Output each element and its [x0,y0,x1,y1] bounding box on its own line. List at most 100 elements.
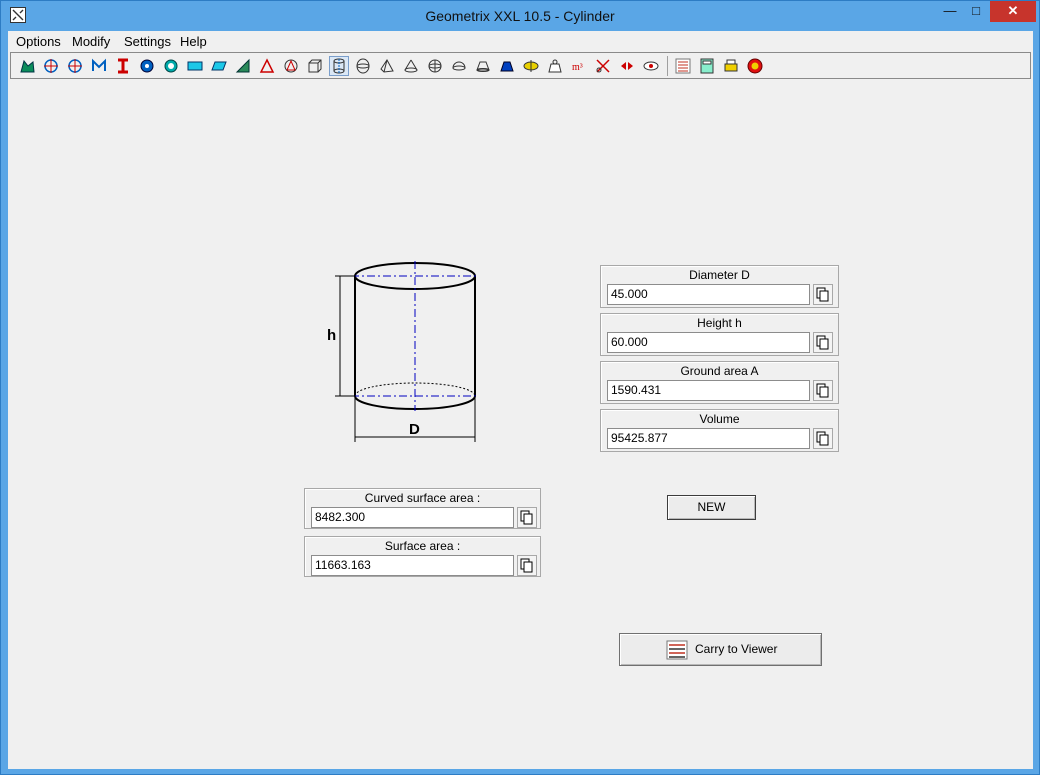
pyramid-icon [380,59,394,73]
circle-cross-icon [68,59,82,73]
app-window: Geometrix XXL 10.5 - Cylinder — □ ✕ Opti… [0,0,1040,775]
toolbar-button-14[interactable] [329,56,349,76]
copy-height-button[interactable] [813,332,833,353]
diameter-panel: Diameter D 45.000 [600,265,839,308]
curved-surface-label: Curved surface area : [364,491,481,505]
volume-panel: Volume 95425.877 [600,409,839,452]
toolbar-button-6[interactable] [137,56,157,76]
toolbar-button-4[interactable] [89,56,109,76]
toolbar-separator [667,56,668,76]
list-icon [675,58,691,74]
copy-icon [520,510,533,525]
menu-options[interactable]: Options [16,34,61,49]
toolbar-button-20[interactable] [473,56,493,76]
toolbar-button-26[interactable] [617,56,637,76]
client-area: Options Modify Settings Help m³ h D Diam… [8,31,1033,769]
toolbar-button-2[interactable] [41,56,61,76]
copy-icon [816,383,829,398]
volume-input[interactable]: 95425.877 [607,428,810,449]
height-input[interactable]: 60.000 [607,332,810,353]
diameter-input[interactable]: 45.000 [607,284,810,305]
ground-area-input[interactable]: 1590.431 [607,380,810,401]
copy-diameter-button[interactable] [813,284,833,305]
toolbar-button-13[interactable] [305,56,325,76]
carry-to-viewer-button[interactable]: Carry to Viewer [619,633,822,666]
circle-ring-icon [164,59,178,73]
new-button[interactable]: NEW [667,495,756,520]
copy-icon [816,287,829,302]
toolbar: m³ [10,52,1031,79]
cube-icon [308,59,322,73]
toolbar-button-1[interactable] [17,56,37,76]
copy-ground-area-button[interactable] [813,380,833,401]
ground-area-panel: Ground area A 1590.431 [600,361,839,404]
toolbar-button-31[interactable] [745,56,765,76]
close-button[interactable]: ✕ [990,1,1036,22]
title-bar[interactable]: Geometrix XXL 10.5 - Cylinder — □ ✕ [1,1,1039,31]
toolbar-button-22[interactable] [521,56,541,76]
toolbar-button-23[interactable] [545,56,565,76]
lens-icon [523,60,539,72]
toolbar-button-3[interactable] [65,56,85,76]
cone-icon [404,59,418,73]
toolbar-button-9[interactable] [209,56,229,76]
sphere-icon [428,59,442,73]
calculator-icon [700,58,714,74]
menu-bar: Options Modify Settings Help [8,31,1033,51]
toolbar-button-30[interactable] [721,56,741,76]
shape-icon [20,59,35,73]
toolbar-button-11[interactable] [257,56,277,76]
ellipse-icon [643,61,659,71]
copy-surface-area-button[interactable] [517,555,537,576]
right-triangle-icon [235,58,250,73]
tools-icon [596,59,610,73]
frustum-icon [476,61,490,72]
height-panel: Height h 60.000 [600,313,839,356]
list-icon [666,640,688,660]
svg-text:m³: m³ [572,62,583,73]
surface-area-output[interactable]: 11663.163 [311,555,514,576]
i-beam-icon [118,58,128,74]
toolbar-button-8[interactable] [185,56,205,76]
circle-dots-icon [140,59,154,73]
minimize-button[interactable]: — [937,1,963,22]
m-profile-icon [92,58,106,71]
triangle-icon [259,58,275,73]
stop-icon [747,58,763,74]
curved-surface-output[interactable]: 8482.300 [311,507,514,528]
cylinder-icon [333,58,345,74]
copy-icon [816,431,829,446]
toolbar-button-15[interactable] [353,56,373,76]
diameter-label-text: Diameter D [689,268,750,282]
cylinder-diagram: h D [327,261,479,442]
toolbar-button-10[interactable] [233,56,253,76]
maximize-button[interactable]: □ [963,1,989,22]
toolbar-button-24[interactable]: m³ [569,56,589,76]
toolbar-button-28[interactable] [673,56,693,76]
toolbar-button-21[interactable] [497,56,517,76]
height-label-text: Height h [697,316,742,330]
parallelogram-icon [211,61,227,71]
triangle-circle-icon [284,59,298,73]
toolbar-button-19[interactable] [449,56,469,76]
toolbar-button-29[interactable] [697,56,717,76]
surface-area-panel: Surface area : 11663.163 [304,536,541,577]
toolbar-button-17[interactable] [401,56,421,76]
copy-curved-surface-button[interactable] [517,507,537,528]
toolbar-button-25[interactable] [593,56,613,76]
toolbar-button-7[interactable] [161,56,181,76]
menu-help[interactable]: Help [180,34,207,49]
toolbar-button-16[interactable] [377,56,397,76]
height-label: h [327,327,336,344]
arrow-icon [621,62,633,70]
toolbar-button-12[interactable] [281,56,301,76]
menu-settings[interactable]: Settings [124,34,171,49]
hemisphere-icon [452,61,466,71]
toolbar-button-18[interactable] [425,56,445,76]
menu-modify[interactable]: Modify [72,34,110,49]
diameter-label: D [409,421,420,438]
copy-volume-button[interactable] [813,428,833,449]
toolbar-button-27[interactable] [641,56,661,76]
toolbar-button-5[interactable] [113,56,133,76]
surface-area-label: Surface area : [384,539,461,553]
